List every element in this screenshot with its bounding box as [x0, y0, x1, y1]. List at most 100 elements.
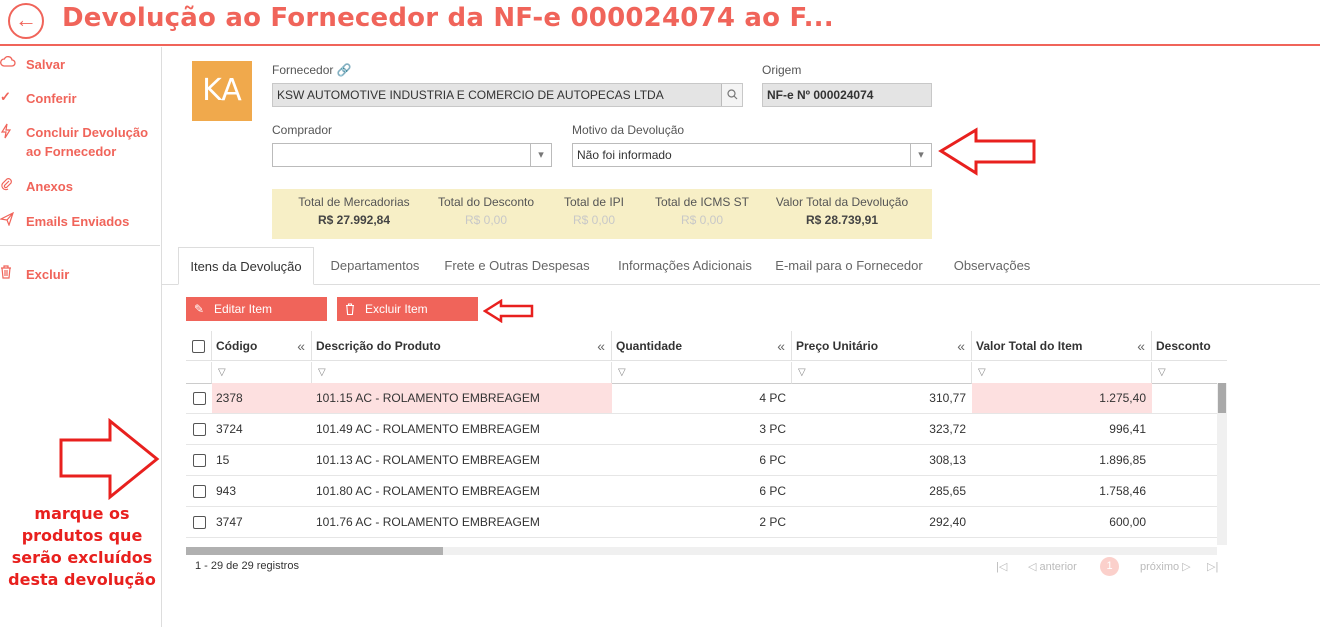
motivo-label: Motivo da Devolução: [572, 123, 685, 137]
row-checkbox[interactable]: [193, 485, 206, 498]
cell-quantidade: 2 PC: [759, 515, 786, 529]
next-page-button[interactable]: próximo ▷: [1140, 560, 1191, 573]
cell-descricao: 101.49 AC - ROLAMENTO EMBREAGEM: [316, 422, 540, 436]
comprador-select[interactable]: ▾: [272, 143, 552, 167]
cell-total: 600,00: [1109, 515, 1146, 529]
table-row[interactable]: 943 101.80 AC - ROLAMENTO EMBREAGEM 6 PC…: [186, 476, 1217, 507]
page-title: Devolução ao Fornecedor da NF-e 00002407…: [62, 3, 834, 33]
cell-preco: 323,72: [929, 422, 966, 436]
cell-descricao: 101.13 AC - ROLAMENTO EMBREAGEM: [316, 453, 540, 467]
filter-icon[interactable]: ▽: [792, 362, 972, 384]
check-icon: ✓: [0, 89, 11, 104]
last-page-icon[interactable]: ▷|: [1207, 560, 1218, 573]
tab-bar: Itens da Devolução Departamentos Frete e…: [162, 247, 1320, 285]
cell-preco: 292,40: [929, 515, 966, 529]
trash-icon: [0, 265, 18, 282]
cell-preco: 285,65: [929, 484, 966, 498]
delete-item-button[interactable]: Excluir Item: [337, 297, 478, 321]
total-mercadorias: Total de Mercadorias R$ 27.992,84: [298, 195, 410, 227]
scrollbar-thumb[interactable]: [186, 547, 443, 555]
cell-descricao: 101.76 AC - ROLAMENTO EMBREAGEM: [316, 515, 540, 529]
select-all-checkbox[interactable]: [192, 340, 205, 353]
collapse-icon[interactable]: «: [597, 331, 605, 361]
tab-observacoes[interactable]: Observações: [942, 247, 1042, 285]
collapse-icon[interactable]: «: [777, 331, 785, 361]
filter-cell: [186, 362, 212, 384]
annotation-arrow-right: [59, 418, 160, 500]
tab-itens[interactable]: Itens da Devolução: [178, 247, 314, 285]
total-desconto: Total do Desconto R$ 0,00: [437, 195, 535, 227]
table-row[interactable]: 3747 101.76 AC - ROLAMENTO EMBREAGEM 2 P…: [186, 507, 1217, 538]
filter-icon[interactable]: ▽: [212, 362, 312, 384]
origem-field: NF-e Nº 000024074: [762, 83, 932, 107]
cell-preco: 308,13: [929, 453, 966, 467]
scrollbar-thumb[interactable]: [1218, 383, 1226, 413]
edit-item-button[interactable]: ✎ Editar Item: [186, 297, 327, 321]
annotation-text: marque os produtos que serão excluídos d…: [8, 504, 156, 589]
cell-total: 1.758,46: [1099, 484, 1146, 498]
cell-codigo: 3724: [216, 422, 243, 436]
tab-email[interactable]: E-mail para o Fornecedor: [774, 247, 924, 285]
collapse-icon[interactable]: «: [1137, 331, 1145, 361]
trash-icon: [345, 297, 355, 323]
current-page[interactable]: 1: [1100, 557, 1119, 576]
arrow-left-icon[interactable]: ←: [8, 3, 44, 39]
table-row[interactable]: 3724 101.49 AC - ROLAMENTO EMBREAGEM 3 P…: [186, 414, 1217, 445]
horizontal-scrollbar[interactable]: [186, 547, 1217, 555]
search-icon[interactable]: [721, 84, 742, 106]
avatar: KA: [192, 61, 252, 121]
col-preco[interactable]: Preço Unitário «: [792, 331, 972, 361]
cell-total: 1.896,85: [1099, 453, 1146, 467]
col-desconto[interactable]: Desconto: [1152, 331, 1227, 361]
header: ← Devolução ao Fornecedor da NF-e 000024…: [0, 0, 1320, 46]
tab-departamentos[interactable]: Departamentos: [322, 247, 428, 285]
row-checkbox[interactable]: [193, 423, 206, 436]
fornecedor-label: Fornecedor 🔗: [272, 63, 352, 77]
chevron-down-icon[interactable]: ▾: [910, 144, 931, 166]
tab-informacoes[interactable]: Informações Adicionais: [610, 247, 760, 285]
cell-codigo: 3747: [216, 515, 243, 529]
cell-preco: 310,77: [929, 391, 966, 405]
col-codigo[interactable]: Código «: [212, 331, 312, 361]
vertical-scrollbar[interactable]: [1217, 383, 1227, 545]
sidebar-divider: [0, 245, 160, 246]
chevron-down-icon[interactable]: ▾: [530, 144, 551, 166]
cell-descricao: 101.15 AC - ROLAMENTO EMBREAGEM: [312, 383, 612, 413]
items-grid: Código « Descrição do Produto « Quantidade…: [186, 331, 1227, 549]
row-checkbox[interactable]: [193, 454, 206, 467]
select-all-cell: [186, 331, 212, 361]
filter-icon[interactable]: ▽: [972, 362, 1152, 384]
table-row[interactable]: 2378 101.15 AC - ROLAMENTO EMBREAGEM 4 P…: [186, 383, 1217, 414]
tab-frete[interactable]: Frete e Outras Despesas: [442, 247, 592, 285]
fornecedor-field[interactable]: KSW AUTOMOTIVE INDUSTRIA E COMERCIO DE A…: [272, 83, 743, 107]
motivo-select[interactable]: Não foi informado ▾: [572, 143, 932, 167]
origem-label: Origem: [762, 63, 802, 77]
cell-descricao: 101.80 AC - ROLAMENTO EMBREAGEM: [316, 484, 540, 498]
col-valor-total[interactable]: Valor Total do Item «: [972, 331, 1152, 361]
row-checkbox[interactable]: [193, 392, 206, 405]
totals-panel: Total de Mercadorias R$ 27.992,84 Total d…: [272, 189, 932, 239]
filter-icon[interactable]: ▽: [1152, 362, 1227, 384]
filter-icon[interactable]: ▽: [312, 362, 612, 384]
paperclip-icon: [0, 177, 18, 194]
cell-codigo: 943: [216, 484, 237, 498]
annotation-arrow-left: [938, 127, 1036, 176]
link-icon[interactable]: 🔗: [337, 63, 352, 77]
col-descricao[interactable]: Descrição do Produto «: [312, 331, 612, 361]
collapse-icon[interactable]: «: [957, 331, 965, 361]
comprador-label: Comprador: [272, 123, 333, 137]
lightning-icon: [0, 123, 18, 142]
prev-page-button[interactable]: ◁ anterior: [1028, 560, 1077, 573]
valor-total-devolucao: Valor Total da Devolução R$ 28.739,91: [775, 195, 909, 227]
cell-total: 1.275,40: [972, 383, 1152, 413]
cloud-icon: [0, 55, 18, 72]
total-icms-st: Total de ICMS ST R$ 0,00: [654, 195, 750, 227]
table-row[interactable]: 15 101.13 AC - ROLAMENTO EMBREAGEM 6 PC …: [186, 445, 1217, 476]
filter-icon[interactable]: ▽: [612, 362, 792, 384]
first-page-icon[interactable]: |◁: [996, 560, 1007, 573]
cell-total: 996,41: [1109, 422, 1146, 436]
col-quantidade[interactable]: Quantidade «: [612, 331, 792, 361]
row-checkbox[interactable]: [193, 516, 206, 529]
collapse-icon[interactable]: «: [297, 331, 305, 361]
send-icon: [0, 211, 18, 229]
